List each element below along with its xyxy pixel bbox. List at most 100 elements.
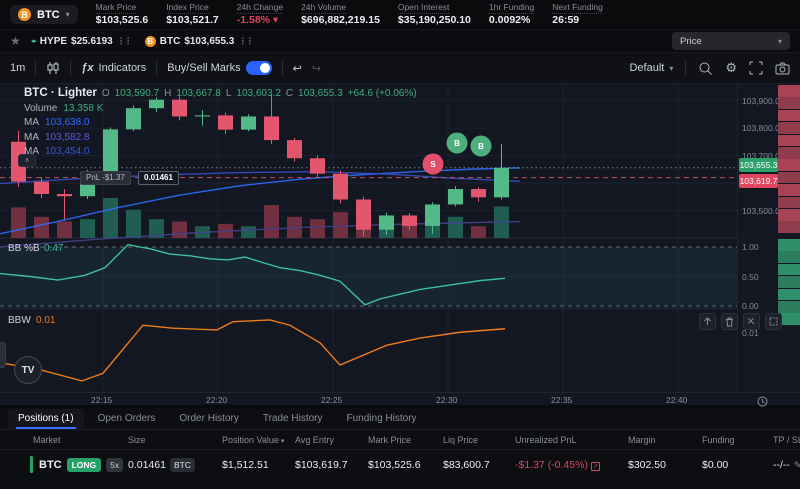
share-pnl-icon[interactable]: ↗ [591, 462, 600, 471]
position-size-badge[interactable]: 0.01461 [138, 171, 179, 185]
ask-row[interactable] [778, 97, 800, 109]
header-tp-sl[interactable]: TP / SL [773, 435, 800, 445]
ask-row[interactable] [778, 159, 800, 171]
ask-row[interactable] [778, 147, 800, 159]
fullscreen-icon[interactable] [749, 61, 763, 75]
legend-indicator-value: 103,582.8 [45, 132, 90, 143]
candle-style-button[interactable] [46, 61, 60, 75]
ask-row[interactable] [778, 135, 800, 147]
legend-collapse-button[interactable]: ∧ [18, 154, 36, 167]
svg-text:S: S [430, 160, 436, 169]
chart-legend: BTC · Lighter O103,590.7 H103,667.8 L103… [24, 87, 417, 157]
header-avg-entry[interactable]: Avg Entry [295, 435, 368, 445]
pane-delete-button[interactable] [721, 313, 738, 330]
header-liq-price[interactable]: Liq Price [443, 435, 515, 445]
header-position-value[interactable]: Position Value ▾ [222, 435, 295, 445]
leverage-badge: 5x [106, 458, 123, 472]
chart-area[interactable]: SBBBB %B0.47BBW0.01 BTC · Lighter O103,5… [0, 84, 800, 405]
pane-maximize-button[interactable] [765, 313, 782, 330]
tradingview-logo[interactable]: TV [14, 356, 42, 384]
svg-text:BB %B: BB %B [8, 243, 40, 254]
header-mark-price[interactable]: Mark Price [368, 435, 443, 445]
position-pnl-badge[interactable]: PnL -$1.37 [80, 171, 131, 185]
pane-collapse-button[interactable] [743, 313, 760, 330]
legend-indicator-row: MA103,638.0 [24, 117, 417, 128]
tab-funding-history[interactable]: Funding History [337, 409, 427, 429]
tab-open-orders[interactable]: Open Orders [88, 409, 166, 429]
indicators-button[interactable]: ƒx Indicators [81, 62, 146, 74]
edit-tpsl-icon[interactable]: ✎ [794, 460, 800, 470]
entry-price-badge: 103,619.7 [739, 174, 778, 188]
ask-row[interactable] [778, 221, 800, 233]
zoom-search-icon[interactable] [698, 61, 713, 76]
time-axis[interactable]: 22:1522:2022:2522:3022:3522:40 [0, 392, 800, 405]
ask-row[interactable] [778, 172, 800, 184]
header-size[interactable]: Size [128, 435, 222, 445]
ask-row[interactable] [778, 197, 800, 209]
change-value: +64.6 (+0.06%) [348, 88, 417, 99]
drag-handle-icon[interactable]: ⋮⋮ [117, 36, 131, 47]
watchlist-sort-dropdown[interactable]: Price ▾ [672, 32, 790, 50]
buysell-marks-control: Buy/Sell Marks [167, 61, 271, 75]
tab-positions-1-[interactable]: Positions (1) [8, 409, 84, 429]
bid-row[interactable] [778, 251, 800, 263]
header-unrealized-pnl[interactable]: Unrealized PnL [515, 435, 628, 445]
high-value: 103,667.8 [176, 88, 221, 99]
stat-index-price: Index Price$103,521.7 [166, 2, 219, 27]
ask-row[interactable] [778, 110, 800, 122]
trading-app: B BTC ▾ Mark Price $103,525.6 Index Price$… [0, 0, 800, 489]
orderbook-sliver[interactable] [778, 84, 800, 392]
bid-row[interactable] [778, 289, 800, 301]
price-axis[interactable]: 103,900.0103,800.0103,700.0103,500.01.00… [737, 84, 778, 392]
header-market[interactable]: Market [30, 435, 128, 445]
header-margin[interactable]: Margin [628, 435, 702, 445]
camera-snapshot-icon[interactable] [775, 62, 790, 75]
mark-price-cell: $103,525.6 [368, 459, 443, 471]
position-row[interactable]: BTC LONG 5x 0.01461BTC $1,512.51 $103,61… [0, 450, 800, 479]
ask-row[interactable] [778, 209, 800, 221]
redo-button[interactable]: ↪ [312, 62, 321, 75]
undo-button[interactable]: ↩ [293, 62, 302, 75]
stat-24h-change: 24h Change-1.58% ▾ [237, 2, 283, 27]
time-tick: 22:35 [551, 395, 572, 405]
drawer-handle[interactable] [0, 342, 6, 368]
time-tick: 22:25 [321, 395, 342, 405]
watchlist-item-hype[interactable]: ◂▸HYPE$25.6193⋮⋮ [31, 36, 131, 47]
funding-cell: $0.00 [702, 459, 773, 471]
tpsl-cell: --/--✎ [773, 459, 800, 471]
header-funding[interactable]: Funding [702, 435, 773, 445]
legend-indicator-row: MA103,454.0 [24, 146, 417, 157]
bid-row[interactable] [778, 276, 800, 288]
tab-trade-history[interactable]: Trade History [253, 409, 333, 429]
stat-value: 0.0092% [489, 14, 534, 27]
drag-handle-icon[interactable]: ⋮⋮ [238, 36, 252, 47]
chart-symbol-title: BTC · Lighter [24, 87, 97, 99]
legend-indicator-label: Volume [24, 103, 57, 114]
settings-gear-icon[interactable]: ⚙ [725, 60, 737, 76]
bid-row[interactable] [778, 264, 800, 276]
toolbar-separator [282, 60, 283, 76]
ask-row[interactable] [778, 122, 800, 134]
pane-controls [699, 313, 782, 330]
pane-move-up-button[interactable] [699, 313, 716, 330]
price-tick: 103,500.0 [742, 206, 780, 216]
bid-row[interactable] [778, 239, 800, 251]
clock-icon[interactable] [757, 394, 768, 412]
stat-label: 24h Volume [301, 2, 346, 14]
pair-selector[interactable]: B BTC ▾ [10, 5, 78, 24]
interval-button[interactable]: 1m [10, 62, 25, 74]
bid-row[interactable] [778, 301, 800, 313]
ask-row[interactable] [778, 184, 800, 196]
toolbar-separator [156, 60, 157, 76]
size-unit-badge: BTC [170, 458, 195, 472]
star-icon[interactable]: ★ [10, 34, 21, 48]
buysell-marks-toggle[interactable] [246, 61, 272, 75]
tab-order-history[interactable]: Order History [169, 409, 248, 429]
stat-value: -1.58% ▾ [237, 14, 283, 27]
ask-row[interactable] [778, 85, 800, 97]
watchlist-item-btc[interactable]: BBTC$103,655.3⋮⋮ [145, 36, 253, 47]
close-label: C [286, 88, 293, 99]
layout-template-dropdown[interactable]: Default ▾ [629, 62, 673, 74]
toolbar-separator [685, 60, 686, 76]
price-tick: 103,800.0 [742, 123, 780, 133]
